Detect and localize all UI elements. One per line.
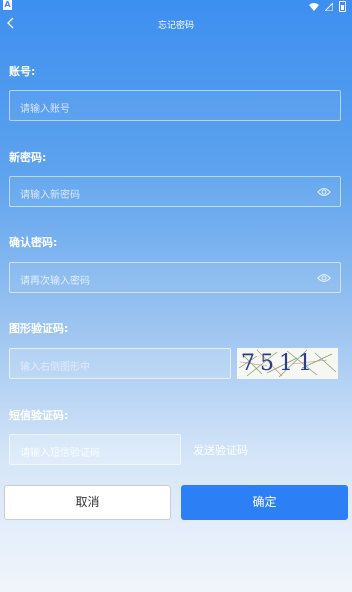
captcha-label: 图形验证码: (9, 322, 69, 335)
captcha-placeholder: 输入右侧图形中 (20, 362, 90, 373)
status-bar: A (0, 0, 352, 12)
sms-code-placeholder: 请输入短信验证码 (20, 448, 100, 459)
eye-icon[interactable] (317, 186, 331, 198)
captcha-input[interactable]: 输入右侧图形中 (9, 348, 231, 379)
captcha-image[interactable]: 7511 (237, 348, 338, 379)
status-app-badge: A (3, 0, 12, 10)
captcha-text: 7511 (241, 351, 317, 376)
confirm-password-placeholder: 请再次输入密码 (20, 276, 90, 287)
new-password-label: 新密码: (9, 151, 47, 164)
status-icons (309, 1, 346, 12)
sms-code-label: 短信验证码: (9, 409, 69, 422)
wifi-icon (309, 2, 319, 11)
send-code-button[interactable]: 发送验证码 (193, 442, 248, 458)
sms-code-input[interactable]: 请输入短信验证码 (9, 434, 181, 465)
account-label: 账号: (9, 65, 36, 78)
eye-icon[interactable] (317, 272, 331, 284)
account-input[interactable]: 请输入账号 (9, 90, 341, 121)
signal-icon (325, 2, 333, 11)
battery-icon (339, 1, 346, 12)
header: 忘记密码 (0, 14, 352, 38)
page-title: 忘记密码 (157, 21, 194, 31)
new-password-placeholder: 请输入新密码 (20, 190, 80, 201)
confirm-password-label: 确认密码: (9, 236, 58, 249)
confirm-password-input[interactable]: 请再次输入密码 (9, 262, 341, 293)
confirm-button[interactable]: 确定 (181, 485, 348, 520)
cancel-button[interactable]: 取消 (4, 485, 171, 520)
account-placeholder: 请输入账号 (20, 104, 70, 115)
new-password-input[interactable]: 请输入新密码 (9, 176, 341, 207)
